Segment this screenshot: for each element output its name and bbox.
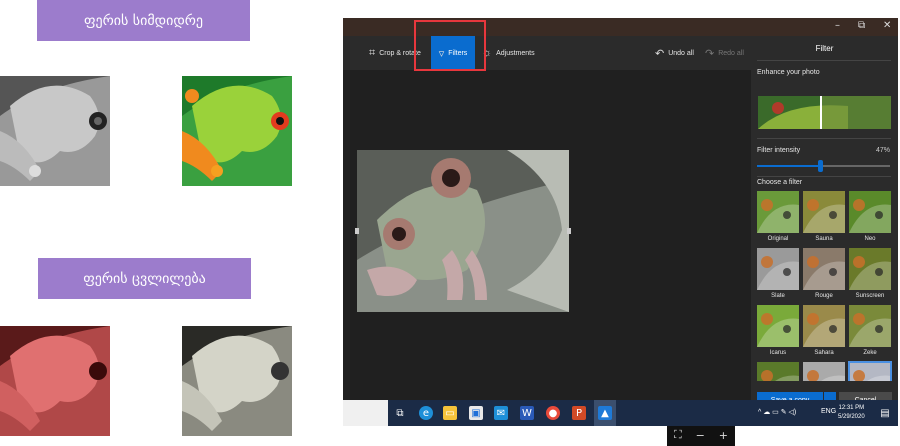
frog-sepia-image: [182, 326, 292, 436]
undo-icon: ↶: [655, 47, 665, 60]
slider-thumb[interactable]: [817, 160, 823, 172]
choose-filter-label: Choose a filter: [757, 179, 803, 186]
filter-thumbnail: [803, 305, 845, 347]
filter-grid: Original Sauna Neo Slate Rouge Sunscreen Icaru…: [757, 191, 893, 381]
notification-icon[interactable]: ▤: [878, 406, 892, 420]
filter-panel: Filter Enhance your photo Filter intensi…: [751, 36, 898, 408]
zoom-controls: ⛶ − +: [667, 424, 735, 446]
divider: [757, 60, 891, 61]
undo-all-button[interactable]: ↶ Undo all: [655, 36, 694, 70]
chrome-icon[interactable]: ●: [546, 406, 560, 420]
filter-name: Slate: [771, 293, 785, 299]
filter-thumbnail: [757, 305, 799, 347]
filter-thumbnail: [757, 362, 799, 381]
close-button[interactable]: ✕: [883, 20, 891, 31]
clock[interactable]: 12:31 PM 5/29/2020: [838, 404, 865, 422]
photo-canvas: ⛶ − +: [343, 70, 751, 446]
taskbar-left-strip: [343, 400, 388, 426]
intensity-label: Filter intensity: [757, 147, 801, 154]
filter-option[interactable]: Original: [757, 191, 799, 242]
divider: [757, 138, 891, 139]
filter-thumbnail: [803, 362, 845, 381]
filter-option[interactable]: [803, 362, 845, 381]
filter-option[interactable]: Sauna: [803, 191, 845, 242]
filter-thumbnail: [849, 191, 891, 233]
zoom-in-icon[interactable]: +: [719, 429, 728, 442]
filter-name: Sahara: [814, 350, 834, 356]
filter-option[interactable]: Icarus: [757, 305, 799, 356]
color-change-banner: ფერის ცვლილება: [38, 258, 251, 299]
color-change-label: ფერის ცვლილება: [83, 270, 206, 287]
filter-option[interactable]: [848, 361, 892, 381]
adjustments-label: Adjustments: [496, 49, 535, 57]
crop-icon: ⌗: [369, 46, 376, 59]
zoom-out-icon[interactable]: −: [696, 429, 705, 442]
filter-option[interactable]: [757, 362, 799, 381]
filter-name: Icarus: [769, 350, 787, 356]
enhance-label: Enhance your photo: [757, 69, 820, 76]
powerpoint-icon[interactable]: P: [572, 406, 586, 420]
filter-name: Rouge: [815, 293, 833, 299]
time-text: 12:31 PM: [838, 405, 865, 411]
minimize-button[interactable]: –: [835, 20, 840, 31]
frog-red-image: [0, 326, 110, 436]
frog-color-image: [182, 76, 292, 186]
filter-option[interactable]: Neo: [849, 191, 891, 242]
redo-label: Redo all: [718, 49, 744, 57]
filter-thumbnail: [757, 248, 799, 290]
maximize-button[interactable]: ⧉: [858, 20, 865, 31]
filter-option[interactable]: Sahara: [803, 305, 845, 356]
crop-handle-left[interactable]: [355, 228, 359, 234]
color-enrich-label: ფერის სიმდიდრე: [83, 12, 204, 29]
photos-icon[interactable]: ▲: [598, 406, 612, 420]
task-view-icon[interactable]: ⧉: [393, 406, 407, 420]
filter-thumbnail: [757, 191, 799, 233]
redo-icon: ↷: [705, 47, 715, 60]
store-icon[interactable]: ▣: [469, 406, 483, 420]
tray-icons[interactable]: ^ ☁ ▭ ✎ ◁): [758, 408, 796, 416]
crop-handle-right[interactable]: [567, 228, 571, 234]
edge-icon[interactable]: e: [419, 406, 433, 420]
filter-name: Zeke: [863, 350, 877, 356]
mail-icon[interactable]: ✉: [494, 406, 508, 420]
filter-name: Neo: [864, 236, 876, 242]
adjustments-button[interactable]: ☼ Adjustments: [482, 36, 535, 70]
undo-label: Undo all: [668, 49, 694, 57]
frog-grayscale-image: [0, 76, 110, 186]
edit-toolbar: ⌗ Crop & rotate ▿ Filters ☼ Adjustments …: [343, 36, 751, 70]
filter-thumbnail: [849, 248, 891, 290]
taskbar: ⧉ e ▭ ▣ ✉ W ● P ▲ ^ ☁ ▭ ✎ ◁) ENG 12:31 P…: [343, 400, 898, 426]
enhance-photo-toggle[interactable]: [758, 96, 891, 129]
word-icon[interactable]: W: [520, 406, 534, 420]
filter-option[interactable]: Sunscreen: [849, 248, 891, 299]
filter-option[interactable]: Zeke: [849, 305, 891, 356]
slider-fill: [757, 165, 820, 167]
edited-photo: [357, 150, 569, 312]
filters-highlight-box: [414, 20, 486, 71]
date-text: 5/29/2020: [838, 414, 865, 420]
divider: [757, 176, 891, 177]
redo-all-button[interactable]: ↷ Redo all: [705, 36, 744, 70]
panel-title: Filter: [815, 44, 834, 53]
filter-thumbnail: [848, 361, 892, 381]
intensity-slider[interactable]: [757, 160, 890, 172]
filter-option[interactable]: Slate: [757, 248, 799, 299]
filter-thumbnail: [803, 191, 845, 233]
language-indicator[interactable]: ENG: [821, 408, 836, 415]
intensity-value: 47%: [875, 147, 890, 154]
photos-app-window: – ⧉ ✕ ⌗ Crop & rotate ▿ Filters ☼ Adjust…: [343, 18, 898, 446]
filter-option[interactable]: Rouge: [803, 248, 845, 299]
filter-name: Sauna: [815, 236, 833, 242]
filter-thumbnail: [849, 305, 891, 347]
filter-thumbnail: [803, 248, 845, 290]
file-explorer-icon[interactable]: ▭: [443, 406, 457, 420]
filter-name: Original: [767, 236, 789, 242]
filter-name: Sunscreen: [855, 293, 885, 299]
fit-screen-icon[interactable]: ⛶: [674, 428, 682, 442]
color-enrich-banner: ფერის სიმდიდრე: [37, 0, 250, 41]
